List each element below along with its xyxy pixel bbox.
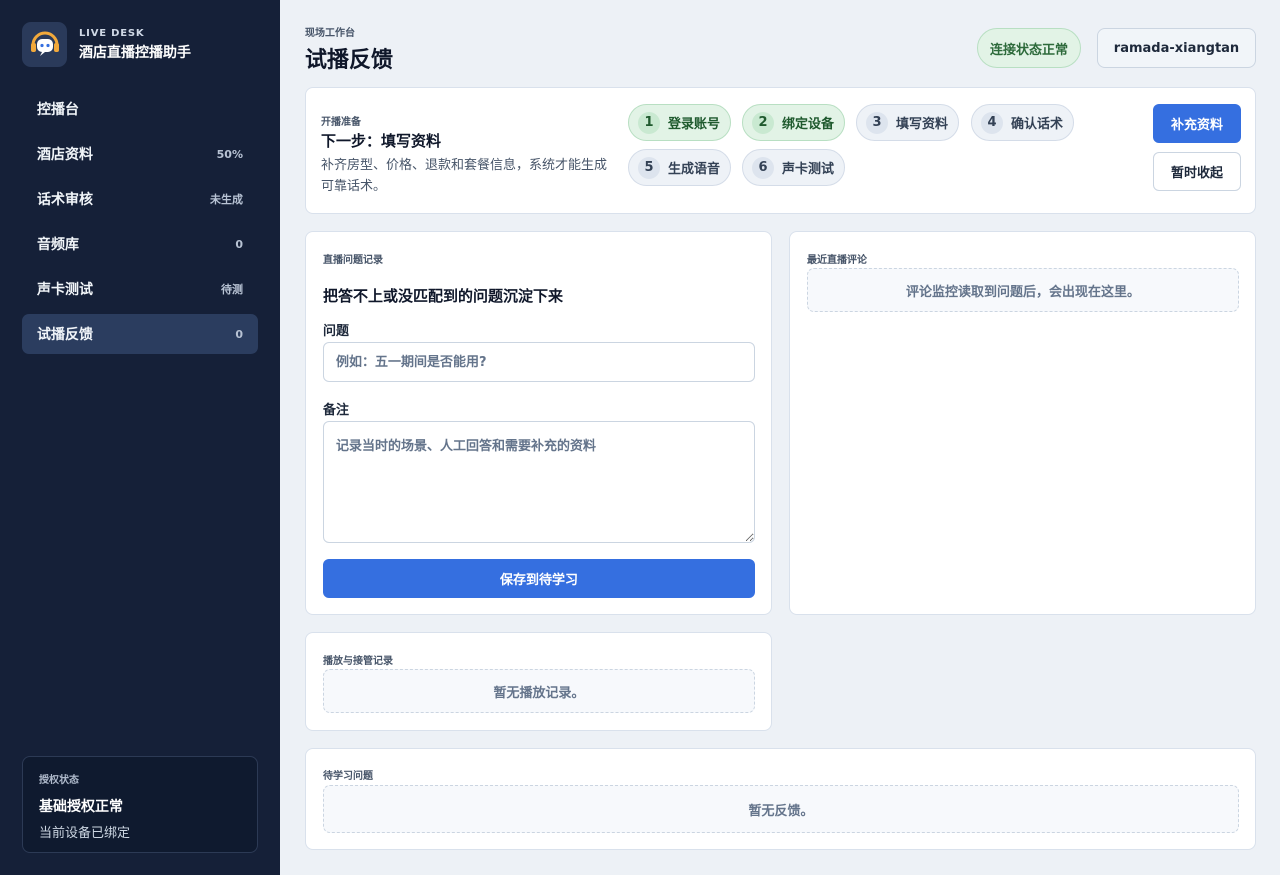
step-bind-device[interactable]: 2 绑定设备	[742, 104, 846, 141]
play-log-label: 播放与接管记录	[323, 656, 393, 667]
sidebar-item-badge: 未生成	[210, 193, 243, 206]
pending-learning-label: 待学习问题	[323, 771, 373, 782]
step-label: 绑定设备	[782, 117, 835, 132]
sidebar-item-label: 酒店资料	[37, 147, 93, 163]
issue-record-heading: 把答不上或没匹配到的问题沉淀下来	[323, 287, 564, 305]
question-label: 问题	[323, 324, 350, 339]
step-number: 1	[638, 111, 660, 134]
sidebar-item-badge: 0	[235, 237, 243, 251]
prep-label: 开播准备	[321, 117, 361, 128]
step-number: 4	[981, 111, 1003, 134]
comments-empty-state: 评论监控读取到问题后，会出现在这里。	[807, 268, 1239, 312]
sidebar-item-label: 声卡测试	[37, 282, 93, 298]
pending-learning-card: 待学习问题 暂无反馈。	[305, 748, 1256, 850]
complete-info-button[interactable]: 补充资料	[1153, 104, 1241, 143]
brand-title: 酒店直播控播助手	[79, 44, 191, 61]
step-label: 填写资料	[896, 117, 949, 132]
license-label: 授权状态	[39, 775, 79, 786]
step-label: 确认话术	[1011, 117, 1064, 132]
step-confirm-script[interactable]: 4 确认话术	[971, 104, 1075, 141]
step-soundcard-test[interactable]: 6 声卡测试	[742, 149, 846, 186]
play-log-empty-state: 暂无播放记录。	[323, 669, 755, 713]
sidebar-nav: 控播台 酒店资料 50% 话术审核 未生成 音频库 0 声卡测试 待测 试播反馈…	[22, 89, 258, 359]
connection-status-badge: 连接状态正常	[977, 28, 1082, 68]
prep-next-step: 下一步：填写资料	[321, 132, 442, 150]
sidebar-item-label: 控播台	[37, 102, 79, 118]
brand-eyebrow: LIVE DESK	[79, 27, 145, 39]
sidebar-item-soundcard-test[interactable]: 声卡测试 待测	[22, 269, 258, 309]
brand: LIVE DESK 酒店直播控播助手	[22, 22, 191, 67]
step-generate-voice[interactable]: 5 生成语音	[628, 149, 732, 186]
license-title: 基础授权正常	[39, 799, 123, 815]
step-label: 生成语音	[668, 162, 721, 177]
sidebar-item-label: 试播反馈	[37, 327, 93, 343]
page-eyebrow: 现场工作台	[305, 28, 355, 39]
note-label: 备注	[323, 403, 350, 418]
license-subtitle: 当前设备已绑定	[39, 826, 131, 841]
collapse-button[interactable]: 暂时收起	[1153, 152, 1241, 191]
step-number: 2	[752, 111, 774, 134]
step-label: 登录账号	[668, 117, 721, 132]
sidebar-item-badge: 待测	[221, 283, 243, 296]
recent-comments-label: 最近直播评论	[807, 255, 867, 266]
prep-description: 补齐房型、价格、退款和套餐信息，系统才能生成可靠话术。	[321, 158, 608, 194]
step-label: 声卡测试	[782, 162, 835, 177]
sidebar-item-badge: 0	[235, 327, 243, 341]
sidebar-item-label: 音频库	[37, 237, 79, 253]
issue-record-label: 直播问题记录	[323, 255, 383, 266]
sidebar-item-badge: 50%	[216, 147, 243, 161]
step-number: 5	[638, 156, 660, 179]
issue-record-card: 直播问题记录 把答不上或没匹配到的问题沉淀下来 问题 备注 保存到待学习	[305, 231, 772, 615]
sidebar-item-console[interactable]: 控播台	[22, 89, 258, 129]
chat-bubble-icon	[22, 22, 67, 67]
pending-learning-empty-state: 暂无反馈。	[323, 785, 1239, 833]
play-log-card: 播放与接管记录 暂无播放记录。	[305, 632, 772, 731]
sidebar-item-script-review[interactable]: 话术审核 未生成	[22, 179, 258, 219]
sidebar-item-audio-library[interactable]: 音频库 0	[22, 224, 258, 264]
account-button[interactable]: ramada-xiangtan	[1097, 28, 1256, 68]
note-textarea[interactable]	[323, 421, 755, 543]
step-fill-info[interactable]: 3 填写资料	[856, 104, 960, 141]
license-status-card: 授权状态 基础授权正常 当前设备已绑定	[22, 756, 258, 853]
step-number: 3	[866, 111, 888, 134]
page-title: 试播反馈	[305, 48, 394, 73]
recent-comments-card: 最近直播评论 评论监控读取到问题后，会出现在这里。	[789, 231, 1256, 615]
question-input[interactable]	[323, 342, 755, 382]
prep-card: 开播准备 下一步：填写资料 补齐房型、价格、退款和套餐信息，系统才能生成可靠话术…	[305, 87, 1256, 214]
sidebar-item-label: 话术审核	[37, 192, 93, 208]
save-to-learning-button[interactable]: 保存到待学习	[323, 559, 755, 598]
step-login[interactable]: 1 登录账号	[628, 104, 732, 141]
sidebar-item-hotel-info[interactable]: 酒店资料 50%	[22, 134, 258, 174]
step-number: 6	[752, 156, 774, 179]
sidebar-item-trial-feedback[interactable]: 试播反馈 0	[22, 314, 258, 354]
sidebar: LIVE DESK 酒店直播控播助手 控播台 酒店资料 50% 话术审核 未生成…	[0, 0, 280, 875]
